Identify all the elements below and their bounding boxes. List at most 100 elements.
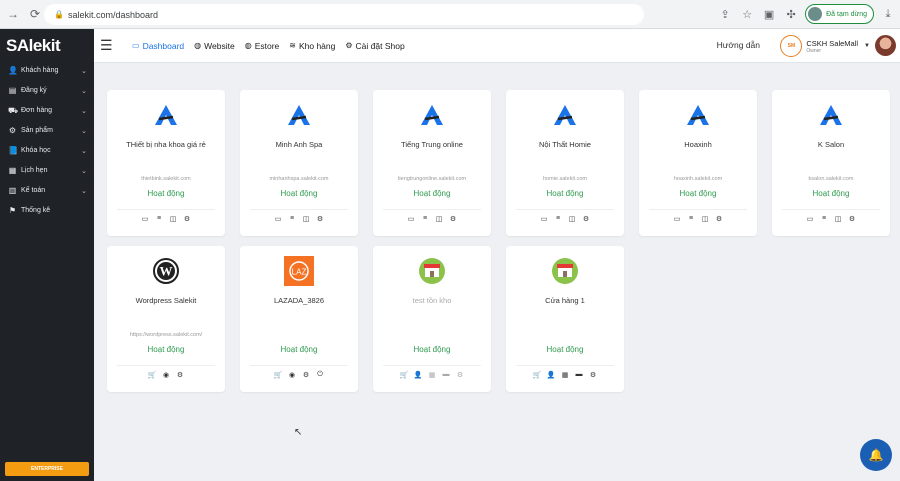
tab-kho-hàng[interactable]: ≋ Kho hàng xyxy=(289,41,335,51)
download-icon[interactable]: ⤓ xyxy=(880,6,896,22)
calendar-icon[interactable]: ▦ xyxy=(428,370,437,379)
gear-icon[interactable]: ⚙ xyxy=(582,214,591,223)
sidebar-item[interactable]: 📘 Khóa học ⌄ xyxy=(0,143,94,158)
sidebar-item[interactable]: ⚑ Thống kê xyxy=(0,203,94,218)
sidebar-item[interactable]: ▦ Lịch hẹn ⌄ xyxy=(0,163,94,178)
gear-icon[interactable]: ⚙ xyxy=(183,214,192,223)
monitor-icon[interactable]: ▭ xyxy=(540,214,549,223)
menu-icon[interactable]: ☰ xyxy=(100,37,122,54)
account-menu[interactable]: SM CSKH SaleMall Owner ▼ xyxy=(780,35,870,57)
reload-icon[interactable]: ⟳ xyxy=(26,5,44,23)
card-divider xyxy=(383,365,481,366)
status-label: Hoạt động xyxy=(280,189,318,198)
list-icon[interactable]: ≡ xyxy=(288,214,297,223)
tab-website[interactable]: ◍ Website xyxy=(194,41,235,51)
gear-icon[interactable]: ⚙ xyxy=(176,370,185,379)
user-icon[interactable]: 👤 xyxy=(547,370,556,379)
avatar[interactable] xyxy=(875,35,896,56)
shop-card[interactable]: Cửa hàng 1 Hoạt động 🛒 👤 ▦ ▬ ⚙ xyxy=(506,246,624,392)
shop-card[interactable]: Nội Thất Homie homie.salekit.com Hoạt động… xyxy=(506,90,624,236)
columns-icon[interactable]: ◫ xyxy=(701,214,710,223)
tab-cài-đặt-shop[interactable]: ⚙ Cài đặt Shop xyxy=(345,41,404,51)
sidebar-item-label: Lịch hẹn xyxy=(21,167,48,174)
gear-icon[interactable]: ⚙ xyxy=(449,214,458,223)
shop-name[interactable]: Tiếng Trung online xyxy=(377,140,487,149)
list-icon[interactable]: ≡ xyxy=(554,214,563,223)
tab-dashboard[interactable]: ▭ Dashboard xyxy=(132,41,184,51)
shop-name[interactable]: Minh Anh Spa xyxy=(244,140,354,149)
sidebar-item[interactable]: ⛟ Đơn hàng ⌄ xyxy=(0,103,94,118)
sidebar-item[interactable]: ▤ Đăng ký ⌄ xyxy=(0,83,94,98)
sidebar-item[interactable]: ⚙ Sản phẩm ⌄ xyxy=(0,123,94,138)
app-logo[interactable]: SAlekit xyxy=(0,29,94,63)
shop-url[interactable]: minhanhspa.salekit.com xyxy=(242,176,356,182)
star-icon[interactable]: ☆ xyxy=(739,6,755,22)
card-icon[interactable]: ▬ xyxy=(575,370,584,379)
share-icon[interactable]: ⇪ xyxy=(717,6,733,22)
compass-icon[interactable]: ◉ xyxy=(288,370,297,379)
calendar-icon[interactable]: ▦ xyxy=(561,370,570,379)
monitor-icon[interactable]: ▭ xyxy=(141,214,150,223)
shop-name[interactable]: Cửa hàng 1 xyxy=(510,296,620,305)
list-icon[interactable]: ≡ xyxy=(421,214,430,223)
list-icon[interactable]: ≡ xyxy=(820,214,829,223)
compass-icon[interactable]: ◉ xyxy=(162,370,171,379)
columns-icon[interactable]: ◫ xyxy=(834,214,843,223)
enterprise-badge[interactable]: ENTERPRISE xyxy=(5,462,89,476)
user-icon[interactable]: 👤 xyxy=(414,370,423,379)
monitor-icon[interactable]: ▭ xyxy=(806,214,815,223)
cart-icon[interactable]: 🛒 xyxy=(148,370,157,379)
profile-chip[interactable]: Đã tạm dừng xyxy=(805,4,874,24)
gear-icon[interactable]: ⚙ xyxy=(302,370,311,379)
shop-card[interactable]: Hoaxinh hoaxinh.salekit.com Hoạt động ▭ ≡ ◫ ⚙ xyxy=(639,90,757,236)
list-icon[interactable]: ≡ xyxy=(687,214,696,223)
shop-url[interactable]: tiengtrungonline.salekit.com xyxy=(375,176,489,182)
gear-icon[interactable]: ⚙ xyxy=(715,214,724,223)
shop-card[interactable]: test tồn kho Hoạt động 🛒 👤 ▦ ▬ ⚙ xyxy=(373,246,491,392)
sidebar-item[interactable]: ▥ Kế toán ⌄ xyxy=(0,183,94,198)
shop-name[interactable]: K Salon xyxy=(776,140,886,149)
shop-name[interactable]: LAZADA_3826 xyxy=(244,296,354,305)
shop-name[interactable]: THiết bị nha khoa giá rẻ xyxy=(111,140,221,149)
shop-card[interactable]: Minh Anh Spa minhanhspa.salekit.com Hoạt đ… xyxy=(240,90,358,236)
shop-card[interactable]: W Wordpress Salekit https://wordpress.sale… xyxy=(107,246,225,392)
shop-card[interactable]: K Salon ksalon.salekit.com Hoạt động ▭ ≡ ◫ ⚙ xyxy=(772,90,890,236)
notification-bell-icon[interactable]: 🔔 xyxy=(860,439,892,471)
shop-name[interactable]: Hoaxinh xyxy=(643,140,753,149)
shop-card[interactable]: THiết bị nha khoa giá rẻ thietbink.saleki… xyxy=(107,90,225,236)
gear-icon[interactable]: ⚙ xyxy=(316,214,325,223)
forward-icon[interactable]: → xyxy=(4,5,22,23)
monitor-icon[interactable]: ▭ xyxy=(673,214,682,223)
guide-link[interactable]: Hướng dẫn xyxy=(717,40,760,50)
shop-card[interactable]: LAZ LAZADA_3826 Hoạt động 🛒 ◉ ⚙ ⏻ xyxy=(240,246,358,392)
monitor-icon[interactable]: ▭ xyxy=(274,214,283,223)
cart-icon[interactable]: 🛒 xyxy=(274,370,283,379)
columns-icon[interactable]: ◫ xyxy=(169,214,178,223)
shop-name[interactable]: Wordpress Salekit xyxy=(111,296,221,305)
address-bar[interactable]: 🔒 salekit.com/dashboard xyxy=(44,4,644,25)
shop-url[interactable]: https://wordpress.salekit.com/ xyxy=(109,332,223,338)
puzzle-icon[interactable]: ✣ xyxy=(783,6,799,22)
shop-url[interactable]: ksalon.salekit.com xyxy=(774,176,888,182)
columns-icon[interactable]: ◫ xyxy=(435,214,444,223)
shop-name[interactable]: test tồn kho xyxy=(377,296,487,305)
columns-icon[interactable]: ◫ xyxy=(568,214,577,223)
cart-icon[interactable]: 🛒 xyxy=(400,370,409,379)
cart-icon[interactable]: 🛒 xyxy=(533,370,542,379)
shop-url[interactable]: thietbink.salekit.com xyxy=(109,176,223,182)
sidebar-item[interactable]: 👤 Khách hàng ⌄ xyxy=(0,63,94,78)
shop-name[interactable]: Nội Thất Homie xyxy=(510,140,620,149)
gear-icon[interactable]: ⚙ xyxy=(456,370,465,379)
card-icon[interactable]: ▬ xyxy=(442,370,451,379)
shop-url[interactable]: hoaxinh.salekit.com xyxy=(641,176,755,182)
tab-estore[interactable]: ◍ Estore xyxy=(245,41,280,51)
gear-icon[interactable]: ⚙ xyxy=(848,214,857,223)
shop-url[interactable]: homie.salekit.com xyxy=(508,176,622,182)
monitor-icon[interactable]: ▭ xyxy=(407,214,416,223)
power-icon[interactable]: ⏻ xyxy=(316,370,325,379)
gear-icon[interactable]: ⚙ xyxy=(589,370,598,379)
columns-icon[interactable]: ◫ xyxy=(302,214,311,223)
extension-download-icon[interactable]: ▣ xyxy=(761,6,777,22)
shop-card[interactable]: Tiếng Trung online tiengtrungonline.salek… xyxy=(373,90,491,236)
list-icon[interactable]: ≡ xyxy=(155,214,164,223)
